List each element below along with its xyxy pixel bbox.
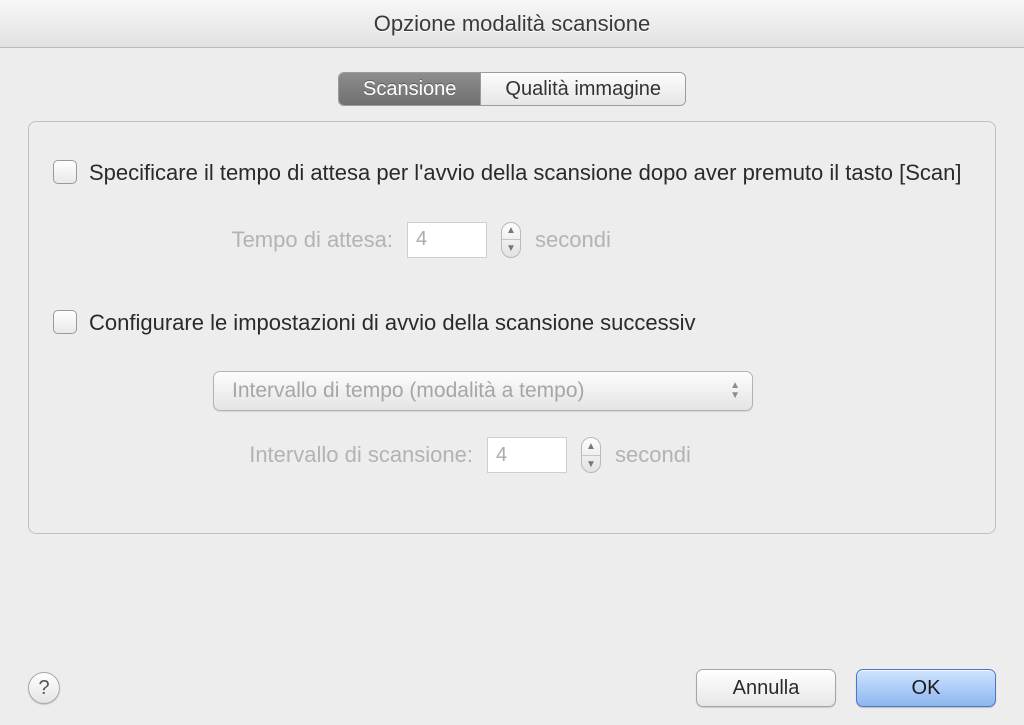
- wait-time-label: Tempo di attesa:: [193, 227, 393, 253]
- dialog-footer: ? Annulla OK: [0, 651, 1024, 725]
- checkbox-specify-wait-time[interactable]: [53, 160, 77, 184]
- options-group: Specificare il tempo di attesa per l'avv…: [28, 121, 996, 534]
- interval-stepper[interactable]: ▲ ▼: [581, 437, 601, 473]
- mode-select-label: Intervallo di tempo (modalità a tempo): [232, 379, 585, 403]
- window-title: Opzione modalità scansione: [374, 11, 650, 37]
- checkbox-configure-next-scan[interactable]: [53, 310, 77, 334]
- cancel-button-label: Annulla: [733, 677, 800, 700]
- chevron-down-icon: ▼: [502, 240, 520, 257]
- cancel-button[interactable]: Annulla: [696, 669, 836, 707]
- tab-scan-label: Scansione: [363, 78, 456, 101]
- interval-input-row: Intervallo di scansione: ▲ ▼ secondi: [193, 437, 971, 473]
- mode-select-row: Intervallo di tempo (modalità a tempo) ▲…: [213, 371, 971, 411]
- wait-time-input[interactable]: [407, 222, 487, 258]
- option-wait-time-row: Specificare il tempo di attesa per l'avv…: [53, 158, 971, 188]
- interval-label: Intervallo di scansione:: [193, 442, 473, 468]
- content-area: Scansione Qualità immagine Specificare i…: [0, 48, 1024, 651]
- chevron-up-icon: ▲: [502, 223, 520, 241]
- scan-options-window: Opzione modalità scansione Scansione Qua…: [0, 0, 1024, 725]
- interval-unit: secondi: [615, 442, 691, 468]
- label-specify-wait-time: Specificare il tempo di attesa per l'avv…: [89, 158, 961, 188]
- mode-select[interactable]: Intervallo di tempo (modalità a tempo) ▲…: [213, 371, 753, 411]
- help-button[interactable]: ?: [28, 672, 60, 704]
- titlebar: Opzione modalità scansione: [0, 0, 1024, 48]
- wait-time-input-row: Tempo di attesa: ▲ ▼ secondi: [193, 222, 971, 258]
- tab-image-quality-label: Qualità immagine: [505, 78, 661, 101]
- interval-input[interactable]: [487, 437, 567, 473]
- tab-bar: Scansione Qualità immagine: [338, 72, 686, 106]
- help-icon: ?: [38, 677, 49, 700]
- tab-scan[interactable]: Scansione: [339, 73, 481, 105]
- tab-image-quality[interactable]: Qualità immagine: [481, 73, 685, 105]
- ok-button-label: OK: [912, 677, 941, 700]
- ok-button[interactable]: OK: [856, 669, 996, 707]
- label-configure-next-scan: Configurare le impostazioni di avvio del…: [89, 308, 696, 338]
- tab-container: Scansione Qualità immagine: [28, 72, 996, 106]
- chevron-up-icon: ▲: [582, 438, 600, 456]
- wait-time-unit: secondi: [535, 227, 611, 253]
- up-down-arrows-icon: ▲▼: [730, 382, 740, 400]
- option-next-scan-row: Configurare le impostazioni di avvio del…: [53, 308, 971, 338]
- wait-time-stepper[interactable]: ▲ ▼: [501, 222, 521, 258]
- chevron-down-icon: ▼: [582, 456, 600, 473]
